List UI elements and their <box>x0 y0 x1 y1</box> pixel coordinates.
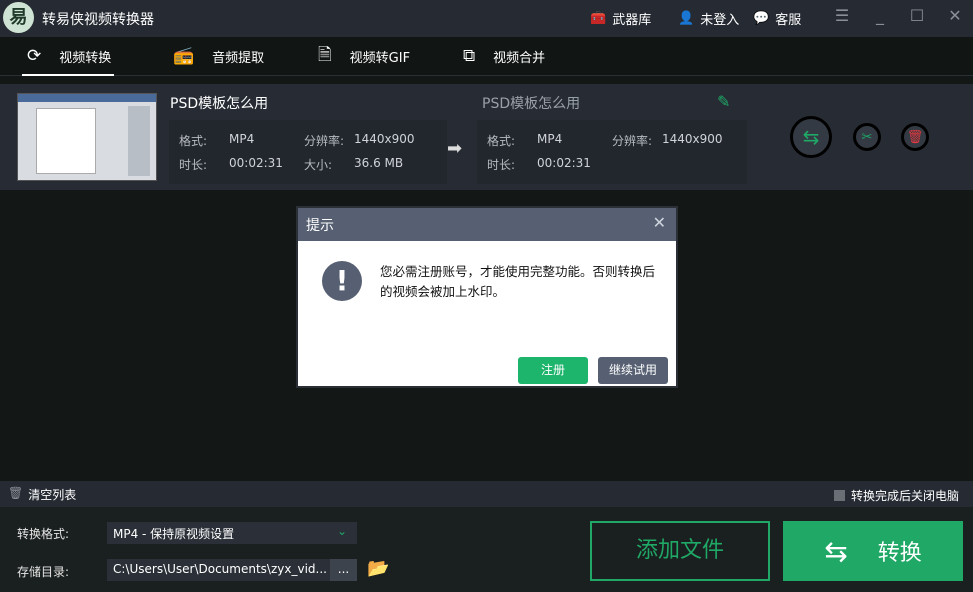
minimize-icon[interactable]: _ <box>870 6 890 25</box>
scissors-icon: ✂ <box>861 129 873 145</box>
merge-icon: ⧉ <box>463 46 476 66</box>
format-label: 格式: <box>179 134 208 148</box>
clear-list-button[interactable]: 🗑 清空列表 <box>8 486 76 503</box>
format-select-value: MP4 - 保持原视频设置 <box>113 527 235 541</box>
toolbox-icon: 🧰 <box>590 11 607 26</box>
format-select[interactable]: MP4 - 保持原视频设置 ⌄ <box>107 522 357 544</box>
tab-label: 视频合并 <box>493 50 546 66</box>
format-value: MP4 <box>229 132 255 146</box>
login-label: 未登入 <box>700 13 740 28</box>
directory-label: 存储目录: <box>17 565 70 579</box>
maximize-icon[interactable]: ☐ <box>907 6 927 25</box>
title-bar: 易 转易侠视频转换器 🧰 武器库 👤 未登入 💬 客服 ☰ _ ☐ ✕ <box>0 0 973 37</box>
trash-icon: 🗑 <box>906 129 924 145</box>
file-item[interactable]: PSD模板怎么用 PSD模板怎么用 ✎ 格式: MP4 分辨率: 1440x90… <box>0 84 973 190</box>
convert-icon: ⟳ <box>27 46 42 66</box>
active-tab-indicator <box>22 74 114 76</box>
convert-label: 转换 <box>877 541 922 566</box>
armory-label: 武器库 <box>612 13 652 28</box>
swap-icon: ⇆ <box>802 125 820 149</box>
source-info: 格式: MP4 分辨率: 1440x900 时长: 00:02:31 大小: 3… <box>169 120 447 184</box>
dialog-header: 提示 <box>298 208 676 241</box>
trash-icon: 🗑 <box>8 486 24 500</box>
app-logo: 易 <box>3 2 34 33</box>
directory-input[interactable]: C:\Users\User\Documents\zyx_vid... <box>107 559 330 581</box>
login-button[interactable]: 👤 未登入 <box>678 9 739 28</box>
user-icon: 👤 <box>678 11 695 26</box>
add-file-button[interactable]: 添加文件 <box>590 521 770 581</box>
tab-label: 视频转换 <box>59 50 112 66</box>
delete-button[interactable]: 🗑 <box>901 123 929 151</box>
chat-icon: 💬 <box>753 11 770 26</box>
menu-icon[interactable]: ☰ <box>832 6 852 25</box>
checkbox-icon[interactable] <box>833 490 845 501</box>
folder-icon[interactable]: 📂 <box>367 558 389 579</box>
convert-item-button[interactable]: ⇆ <box>790 116 832 158</box>
format-label: 转换格式: <box>17 527 70 541</box>
duration-value: 00:02:31 <box>229 156 283 170</box>
close-icon[interactable]: ✕ <box>945 6 965 25</box>
service-label: 客服 <box>775 13 802 28</box>
service-button[interactable]: 💬 客服 <box>753 9 801 28</box>
edit-icon[interactable]: ✎ <box>717 92 730 111</box>
list-toolbar: 🗑 清空列表 转换完成后关闭电脑 <box>0 481 973 507</box>
duration-label: 时长: <box>487 158 516 172</box>
shutdown-checkbox[interactable]: 转换完成后关闭电脑 <box>833 487 959 504</box>
tab-label: 视频转GIF <box>349 50 411 66</box>
resolution-value: 1440x900 <box>354 132 415 146</box>
resolution-label: 分辨率: <box>304 134 345 148</box>
dialog-close-icon[interactable]: ✕ <box>653 213 666 232</box>
tab-video-convert[interactable]: ⟳ 视频转换 <box>27 37 111 75</box>
shutdown-label: 转换完成后关闭电脑 <box>850 489 959 503</box>
swap-icon: ⇆ <box>824 534 848 568</box>
document-icon: 🗎 <box>318 44 332 65</box>
video-thumbnail <box>17 93 157 181</box>
dialog-message: 您必需注册账号，才能使用完整功能。否则转换后的视频会被加上水印。 <box>380 264 656 299</box>
source-file-name: PSD模板怎么用 <box>170 96 269 112</box>
duration-label: 时长: <box>179 158 208 172</box>
size-value: 36.6 MB <box>354 156 404 170</box>
output-info: 格式: MP4 分辨率: 1440x900 时长: 00:02:31 <box>477 120 747 184</box>
resolution-value: 1440x900 <box>662 132 723 146</box>
cut-button[interactable]: ✂ <box>853 123 881 151</box>
tab-video-gif[interactable]: 🗎 视频转GIF <box>318 37 410 75</box>
tab-label: 音频提取 <box>212 50 265 66</box>
format-label: 格式: <box>487 134 516 148</box>
continue-trial-button[interactable]: 继续试用 <box>598 357 668 384</box>
tab-video-merge[interactable]: ⧉ 视频合并 <box>463 37 545 75</box>
radio-icon: 📻 <box>173 46 195 66</box>
app-title: 转易侠视频转换器 <box>42 12 154 28</box>
output-file-name[interactable]: PSD模板怎么用 <box>482 93 580 113</box>
register-button[interactable]: 注册 <box>518 357 588 384</box>
browse-button[interactable]: ... <box>330 559 357 581</box>
arrow-right-icon: ➡ <box>447 138 463 159</box>
armory-button[interactable]: 🧰 武器库 <box>590 9 651 28</box>
size-label: 大小: <box>304 158 333 172</box>
convert-button[interactable]: ⇆ 转换 <box>783 521 963 581</box>
resolution-label: 分辨率: <box>612 134 653 148</box>
exclamation-icon: ! <box>322 261 362 301</box>
tab-audio-extract[interactable]: 📻 音频提取 <box>173 37 264 75</box>
clear-list-label: 清空列表 <box>28 488 77 502</box>
format-value: MP4 <box>537 132 563 146</box>
duration-value: 00:02:31 <box>537 156 591 170</box>
dialog-title: 提示 <box>306 218 334 234</box>
notice-dialog: 提示 ✕ ! 您必需注册账号，才能使用完整功能。否则转换后的视频会被加上水印。 … <box>296 206 678 388</box>
tab-bar: ⟳ 视频转换 📻 音频提取 🗎 视频转GIF ⧉ 视频合并 <box>0 37 973 76</box>
chevron-down-icon: ⌄ <box>336 524 347 538</box>
